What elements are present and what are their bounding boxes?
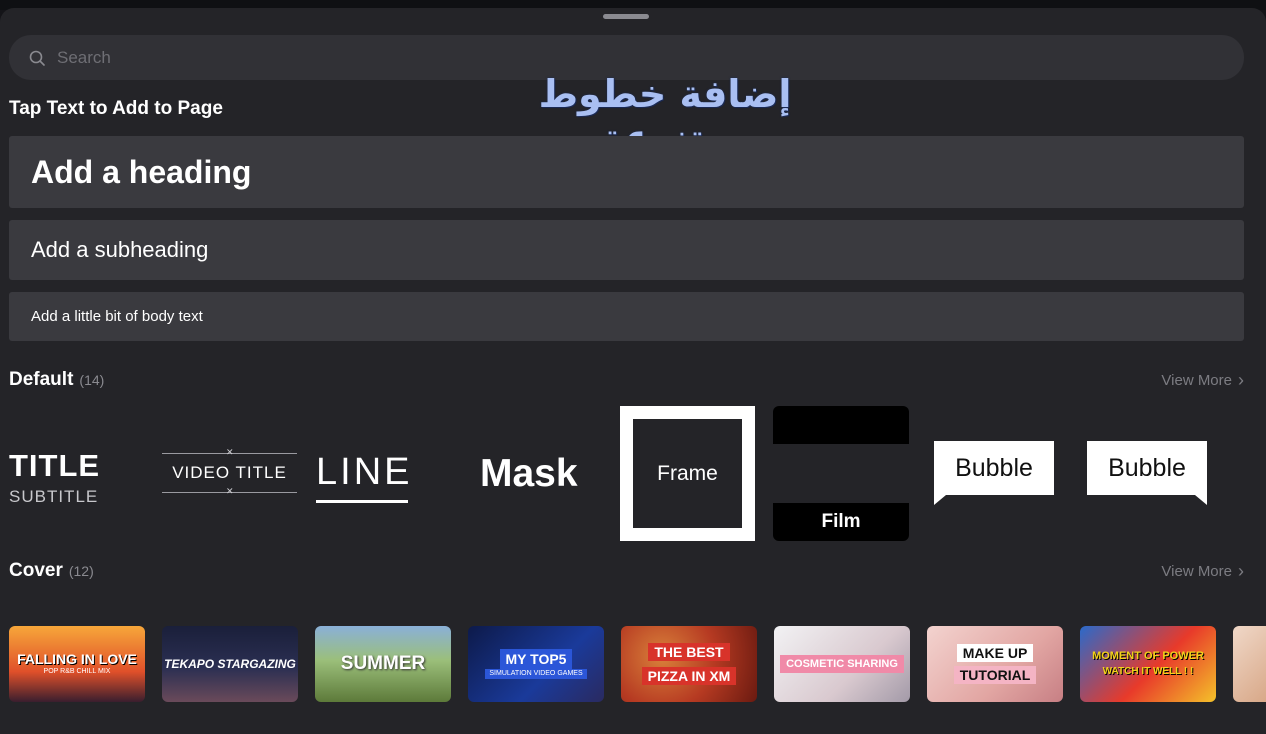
cover-title: Cover	[9, 560, 63, 581]
cover-subtext: PIZZA IN XM	[641, 667, 737, 685]
preset-film[interactable]: Film	[773, 406, 909, 541]
cover-text: THE BEST	[648, 643, 730, 661]
preset-frame-label: Frame	[657, 461, 718, 485]
default-title: Default	[9, 369, 74, 390]
cover-thumbnail-cosmetic[interactable]: COSMETIC SHARING	[774, 626, 910, 702]
cover-count: (12)	[68, 563, 94, 579]
preset-title-main: TITLE	[9, 448, 101, 483]
cover-thumbnail-falling-in-love[interactable]: FALLING IN LOVE POP R&B CHILL MIX	[9, 626, 145, 702]
view-more-label: View More	[1161, 372, 1232, 389]
view-more-label: View More	[1161, 563, 1232, 580]
add-heading-button[interactable]: Add a heading	[9, 136, 1244, 208]
cover-section-title: Cover (12)	[9, 560, 94, 582]
cover-text: FALLING IN LOVE	[17, 651, 137, 667]
preset-frame[interactable]: Frame	[620, 406, 755, 541]
cross-icon: ✕	[226, 447, 234, 457]
cover-text: MOMENT OF POWER	[1092, 650, 1204, 662]
cover-thumbnail-make-up[interactable]: MAKE UP TUTORIAL	[927, 626, 1063, 702]
cover-subtext: SIMULATION VIDEO GAMES	[485, 669, 587, 679]
preset-mask[interactable]: Mask	[480, 452, 578, 496]
cover-thumbnail-summer[interactable]: SUMMER	[315, 626, 451, 702]
cover-thumbnail-tekapo[interactable]: TEKAPO STARGAZING	[162, 626, 298, 702]
film-top-bar	[773, 406, 909, 444]
preset-line[interactable]: LINE	[316, 450, 413, 503]
chevron-right-icon: ›	[1238, 561, 1244, 581]
cover-text: MY TOP5	[499, 649, 573, 669]
cross-icon: ✕	[226, 486, 234, 496]
add-body-text-button[interactable]: Add a little bit of body text	[9, 292, 1244, 341]
add-subheading-button[interactable]: Add a subheading	[9, 220, 1244, 280]
bubble-label: Bubble	[1108, 453, 1186, 482]
preset-film-label: Film	[821, 511, 861, 532]
cover-text: TEKAPO STARGAZING	[164, 657, 296, 671]
cover-view-more-button[interactable]: View More ›	[1161, 561, 1244, 582]
tap-section-title: Tap Text to Add to Page	[9, 98, 223, 119]
film-bottom-bar: Film	[773, 503, 909, 541]
preset-bubble-right[interactable]: Bubble	[1087, 441, 1207, 505]
preset-title[interactable]: TITLE SUBTITLE	[9, 448, 149, 507]
default-view-more-button[interactable]: View More ›	[1161, 370, 1244, 391]
cover-text: SUMMER	[340, 653, 426, 674]
underline	[316, 500, 408, 503]
cover-subtext: POP R&B CHILL MIX	[43, 668, 111, 675]
search-icon	[29, 50, 45, 66]
cover-thumbnail-partial[interactable]	[1233, 626, 1266, 702]
cover-subtext: WATCH IT WELL ! !	[1102, 666, 1194, 677]
cover-thumbnail-pizza[interactable]: THE BEST PIZZA IN XM	[621, 626, 757, 702]
chevron-right-icon: ›	[1238, 370, 1244, 390]
preset-bubble-left[interactable]: Bubble	[934, 441, 1054, 505]
bubble-label: Bubble	[955, 453, 1033, 482]
cover-text: COSMETIC SHARING	[780, 655, 904, 673]
cover-thumbnail-moment-of-power[interactable]: MOMENT OF POWER WATCH IT WELL ! !	[1080, 626, 1216, 702]
cover-subtext: TUTORIAL	[953, 666, 1037, 684]
cover-thumbnail-my-top5[interactable]: MY TOP5 SIMULATION VIDEO GAMES	[468, 626, 604, 702]
default-section-title: Default (14)	[9, 369, 104, 391]
preset-title-sub: SUBTITLE	[9, 487, 99, 506]
preset-video-title[interactable]: ✕ VIDEO TITLE ✕	[162, 447, 297, 496]
preset-video-title-label: VIDEO TITLE	[172, 463, 287, 482]
cover-text: MAKE UP	[956, 644, 1034, 662]
default-count: (14)	[79, 372, 105, 388]
preset-line-label: LINE	[316, 451, 413, 493]
drag-handle[interactable]	[603, 14, 649, 19]
